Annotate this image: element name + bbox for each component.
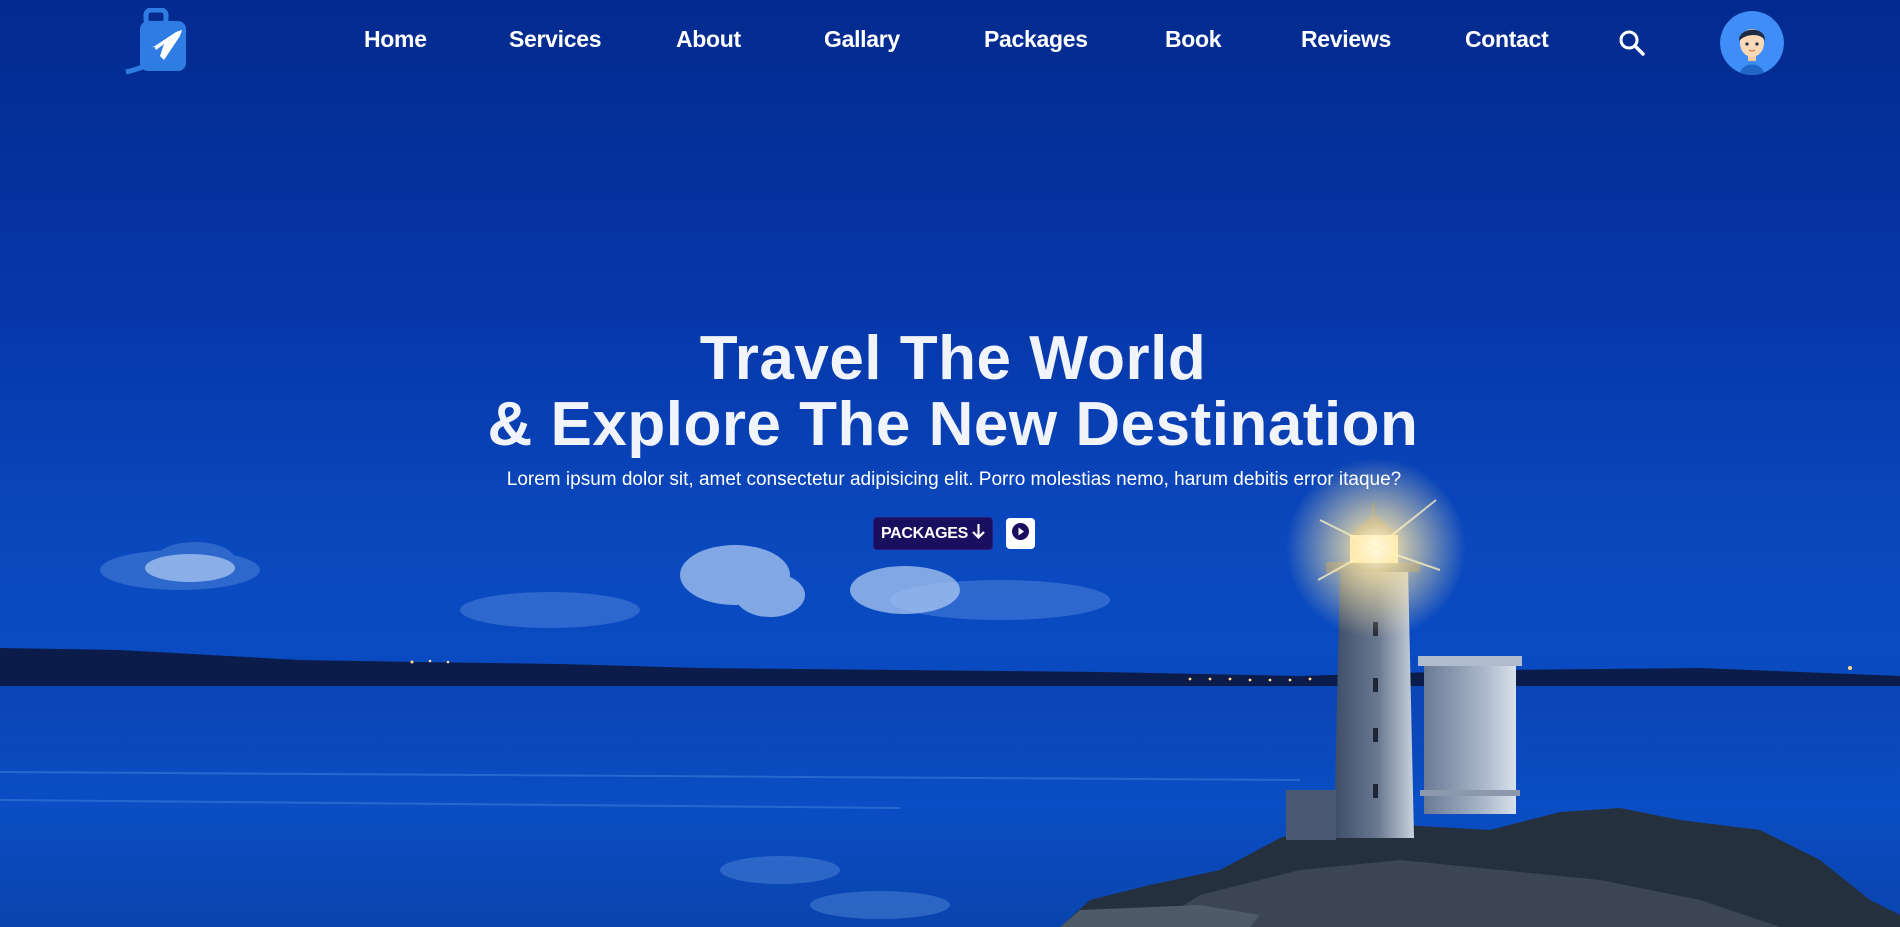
hero-title-line-1: Travel The World (699, 324, 1207, 393)
hero-section: Home Services About Gallary Packages Boo… (0, 0, 1900, 927)
user-avatar[interactable] (1720, 11, 1784, 75)
nav-packages[interactable]: Packages (984, 26, 1088, 53)
hero-title: Travel The World & Explore The New Desti… (0, 326, 1900, 458)
nav-home[interactable]: Home (364, 26, 427, 53)
nav-gallary[interactable]: Gallary (824, 26, 900, 53)
nav-services[interactable]: Services (509, 26, 602, 53)
lighthouse-background-image (0, 458, 1900, 927)
arrow-down-icon (972, 523, 985, 544)
nav-about[interactable]: About (676, 26, 741, 53)
hero-title-line-2: & Explore The New Destination (487, 390, 1419, 459)
packages-button[interactable]: PACKAGES (873, 517, 993, 550)
nav-reviews[interactable]: Reviews (1301, 26, 1391, 53)
top-navbar: Home Services About Gallary Packages Boo… (0, 0, 1900, 86)
hero-subtitle: Lorem ipsum dolor sit, amet consectetur … (506, 469, 1402, 490)
search-icon[interactable] (1617, 28, 1647, 58)
play-circle-icon (1011, 522, 1030, 545)
play-video-button[interactable] (1006, 518, 1035, 549)
nav-contact[interactable]: Contact (1465, 26, 1549, 53)
nav-book[interactable]: Book (1165, 26, 1222, 53)
packages-button-label: PACKAGES (880, 524, 969, 542)
suitcase-airplane-icon[interactable] (124, 7, 200, 76)
